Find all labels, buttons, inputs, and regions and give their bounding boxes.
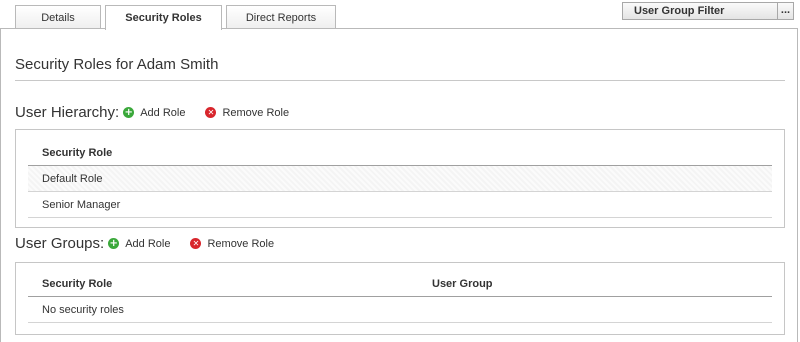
filter-more-button[interactable]: ... — [777, 3, 793, 19]
tab-details[interactable]: Details — [15, 5, 101, 29]
table-row[interactable]: Senior Manager — [28, 192, 772, 218]
page-title: Security Roles for Adam Smith — [15, 56, 219, 73]
user-hierarchy-header: User Hierarchy: + Add Role ✕ Remove Role — [15, 104, 309, 121]
groups-remove-role-button[interactable]: ✕ Remove Role — [190, 238, 274, 250]
tab-direct-reports[interactable]: Direct Reports — [226, 5, 336, 29]
x-circle-icon: ✕ — [190, 238, 202, 249]
plus-circle-icon: + — [108, 238, 120, 249]
hierarchy-add-role-button[interactable]: + Add Role — [123, 107, 185, 119]
hierarchy-remove-role-label: Remove Role — [222, 106, 290, 119]
hierarchy-remove-role-button[interactable]: ✕ Remove Role — [205, 107, 289, 119]
user-hierarchy-title: User Hierarchy: — [15, 104, 120, 121]
title-divider — [15, 80, 785, 81]
groups-add-role-button[interactable]: + Add Role — [108, 238, 170, 250]
tab-bar: Details Security Roles Direct Reports — [15, 5, 340, 30]
plus-circle-icon: + — [123, 107, 135, 118]
user-hierarchy-table: Security Role Default Role Senior Manage… — [28, 140, 772, 218]
user-groups-box: Security Role User Group No security rol… — [15, 262, 785, 335]
table-header-row: Security Role User Group — [28, 271, 772, 297]
tab-security-roles[interactable]: Security Roles — [105, 5, 222, 30]
user-group-filter[interactable]: User Group Filter ... — [622, 2, 794, 20]
empty-row: No security roles — [28, 297, 772, 323]
user-groups-table: Security Role User Group No security rol… — [28, 271, 772, 323]
column-header-security-role: Security Role — [42, 277, 113, 290]
table-header-row: Security Role — [28, 140, 772, 166]
column-header-user-group: User Group — [432, 277, 493, 290]
table-row[interactable]: Default Role — [28, 166, 772, 192]
security-roles-panel: Security Roles for Adam Smith User Hiera… — [0, 28, 798, 342]
security-role-cell: Senior Manager — [42, 198, 121, 211]
x-circle-icon: ✕ — [205, 107, 217, 118]
user-hierarchy-box: Security Role Default Role Senior Manage… — [15, 129, 785, 228]
groups-add-role-label: Add Role — [125, 237, 171, 250]
hierarchy-add-role-label: Add Role — [140, 106, 186, 119]
empty-message: No security roles — [42, 303, 124, 316]
column-header-security-role: Security Role — [42, 146, 113, 159]
groups-remove-role-label: Remove Role — [207, 237, 275, 250]
security-role-cell: Default Role — [42, 172, 103, 185]
user-groups-title: User Groups: — [15, 235, 105, 252]
user-groups-header: User Groups: + Add Role ✕ Remove Role — [15, 235, 294, 252]
user-group-filter-label: User Group Filter — [634, 5, 725, 17]
